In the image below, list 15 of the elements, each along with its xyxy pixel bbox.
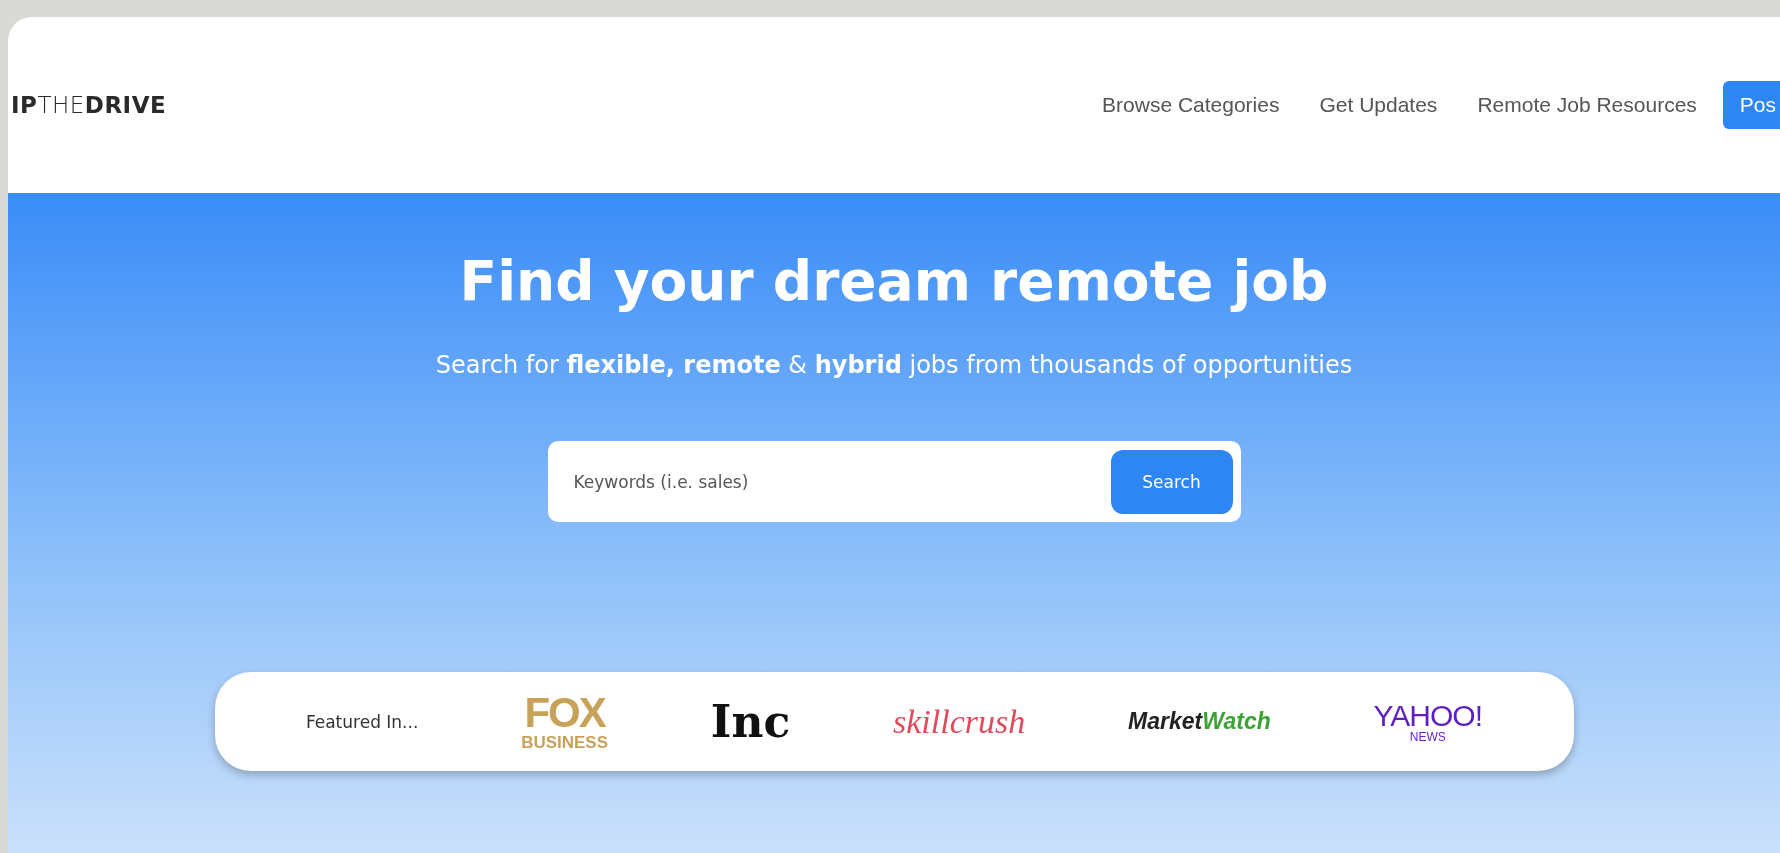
yahoo-news-logo: YAHOO! NEWS xyxy=(1373,700,1483,743)
skillcrush-logo: skillcrush xyxy=(893,704,1026,739)
nav-link[interactable]: Get Updates xyxy=(1319,93,1438,117)
post-button[interactable]: Pos xyxy=(1722,81,1780,129)
hero-title: Find your dream remote job xyxy=(459,249,1329,313)
marketwatch-logo: MarketWatch xyxy=(1128,710,1271,733)
inc-logo: Inc xyxy=(710,699,791,744)
nav-link[interactable]: Remote Job Resources xyxy=(1477,93,1697,117)
nav-link[interactable]: Browse Categories xyxy=(1102,93,1280,117)
hero-subtitle: Search for flexible, remote & hybrid jobs from thousands of opportunities xyxy=(435,351,1353,379)
search-field[interactable]: Keywords (i.e. sales) Search xyxy=(547,441,1241,522)
site-logo[interactable]: IPTHEDRIVE xyxy=(11,92,167,118)
fox-business-logo: FOX BUSINESS xyxy=(521,692,609,751)
featured-label: Featured In... xyxy=(305,711,419,732)
search-button[interactable]: Search xyxy=(1110,449,1233,514)
